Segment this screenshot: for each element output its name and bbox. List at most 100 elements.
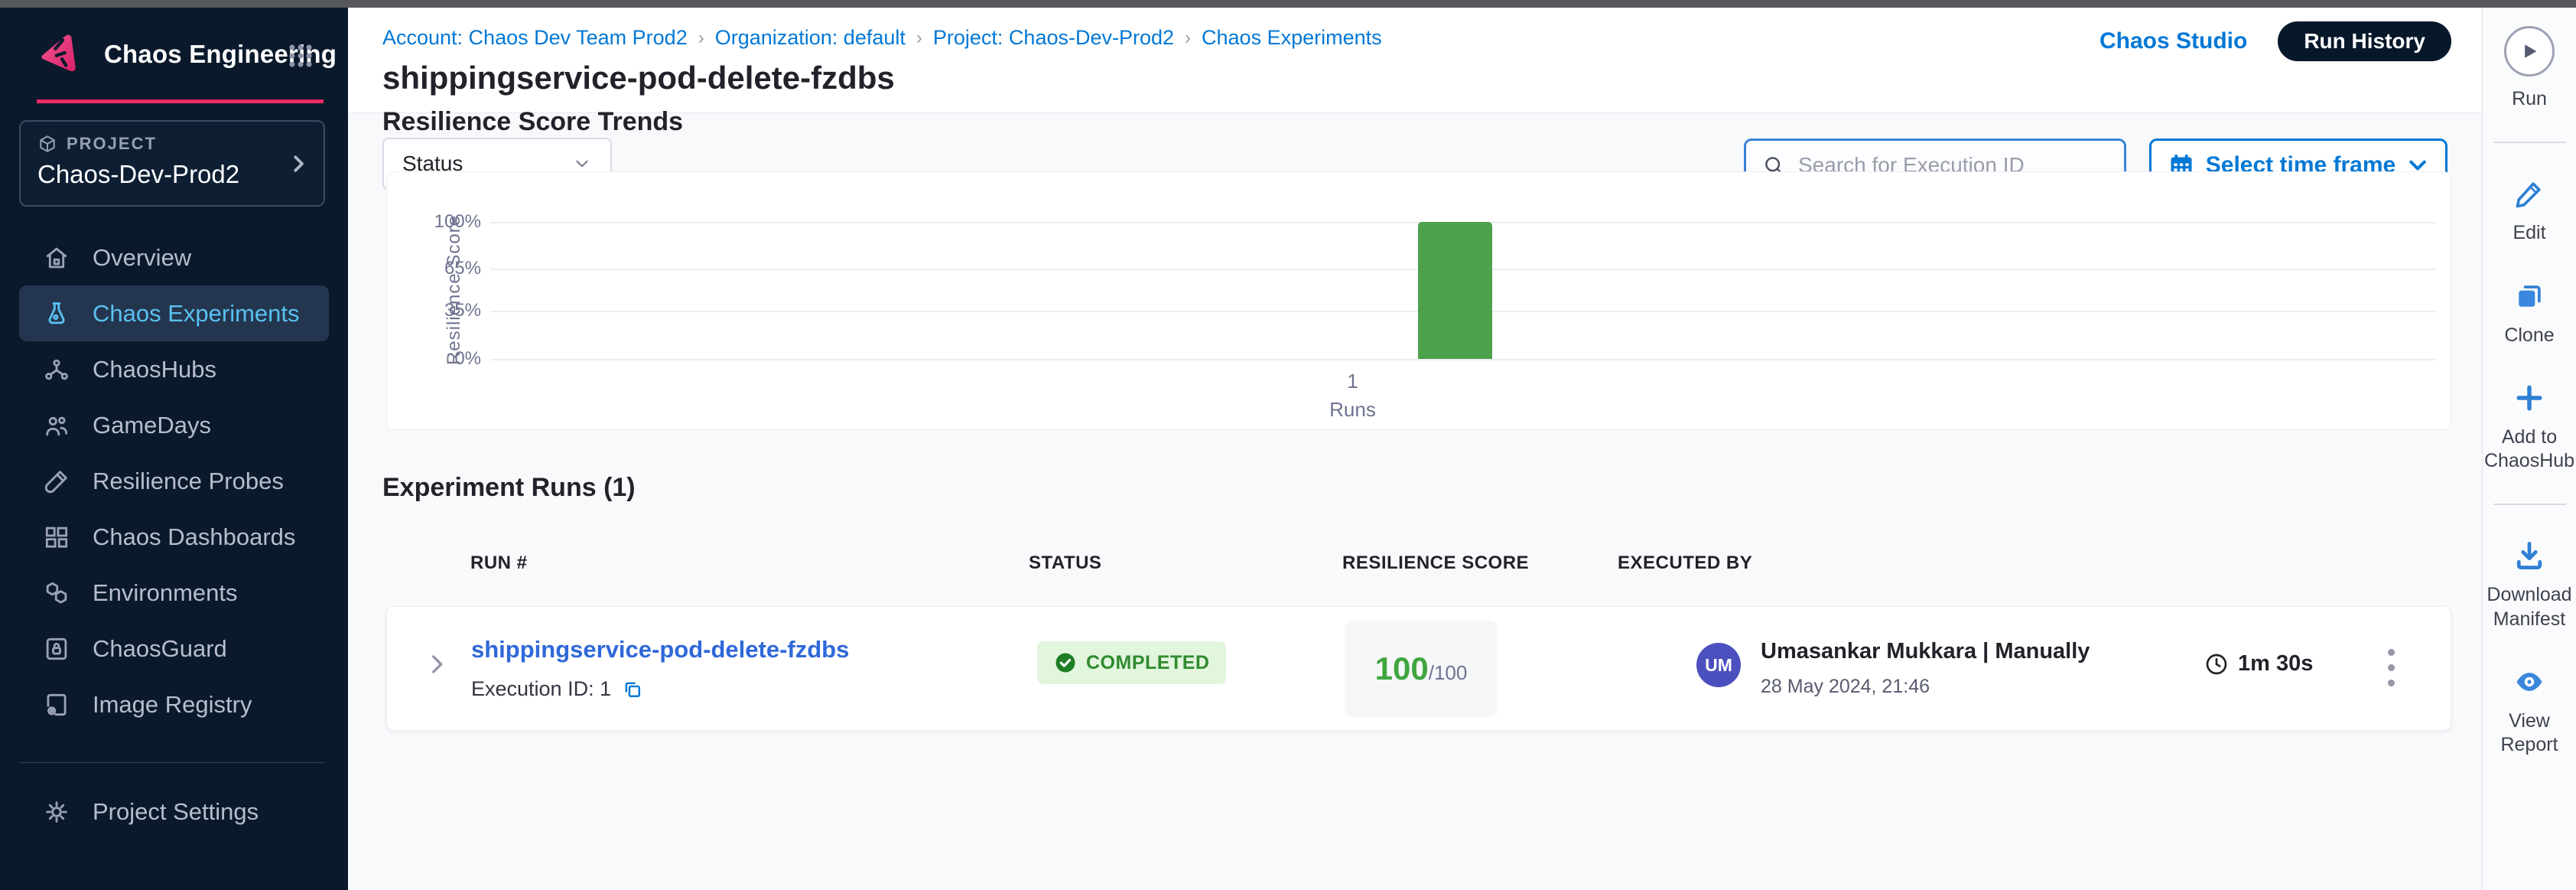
lock-icon: [42, 634, 71, 663]
y-tick-100: 100%: [412, 211, 481, 233]
sidebar-item-environments[interactable]: Environments: [0, 565, 348, 621]
edit-button-label: Edit: [2513, 221, 2545, 245]
sidebar-item-project-settings[interactable]: Project Settings: [0, 784, 348, 839]
project-selector[interactable]: PROJECT Chaos-Dev-Prod2: [19, 120, 325, 207]
y-tick-0: 0%: [412, 348, 481, 370]
chart-title: Resilience Score Trends: [382, 107, 683, 137]
resilience-score-chart: Resilience Score 100% 65% 35% 0% 1 Runs: [386, 171, 2451, 430]
sidebar-item-resilience-probes[interactable]: Resilience Probes: [0, 453, 348, 509]
run-duration-label: 1m 30s: [2238, 651, 2313, 676]
probe-icon: [42, 467, 71, 496]
sidebar-item-image-registry[interactable]: Image Registry: [0, 676, 348, 732]
breadcrumb-account[interactable]: Account: Chaos Dev Team Prod2: [382, 26, 688, 50]
avatar: UM: [1696, 643, 1741, 687]
plus-icon: [2513, 381, 2546, 415]
hexagons-icon: [42, 579, 71, 608]
sidebar-item-chaoshubs[interactable]: ChaosHubs: [0, 341, 348, 397]
column-executed-by: EXECUTED BY: [1618, 553, 1752, 574]
page-title: shippingservice-pod-delete-fzdbs: [382, 60, 895, 96]
page-header: Account: Chaos Dev Team Prod2 › Organiza…: [348, 8, 2482, 113]
home-icon: [42, 243, 71, 272]
breadcrumb-separator: ›: [916, 28, 922, 49]
main-content: Account: Chaos Dev Team Prod2 › Organiza…: [348, 8, 2482, 890]
run-name-link[interactable]: shippingservice-pod-delete-fzdbs: [471, 636, 849, 663]
breadcrumb: Account: Chaos Dev Team Prod2 › Organiza…: [382, 26, 1382, 50]
project-label: PROJECT: [67, 134, 157, 154]
resilience-score-box: 100 /100: [1345, 621, 1498, 717]
column-run: RUN #: [470, 553, 528, 574]
clone-button-label: Clone: [2504, 324, 2554, 347]
sidebar-divider: [19, 762, 325, 763]
play-icon: [2519, 41, 2540, 62]
breadcrumb-separator: ›: [1185, 28, 1191, 49]
run-duration: 1m 30s: [2204, 651, 2313, 676]
score-total: /100: [1429, 661, 1468, 685]
execution-id: Execution ID: 1: [471, 677, 611, 701]
column-resilience-score: RESILIENCE SCORE: [1342, 553, 1529, 574]
sidebar-item-overview[interactable]: Overview: [0, 230, 348, 285]
rail-divider: [2493, 142, 2566, 143]
copy-icon[interactable]: [622, 679, 643, 700]
check-circle-icon: [1054, 651, 1077, 674]
y-tick-35: 35%: [412, 300, 481, 321]
sidebar-item-chaosguard[interactable]: ChaosGuard: [0, 621, 348, 676]
row-menu-kebab-icon[interactable]: [2376, 642, 2406, 693]
registry-icon: [42, 690, 71, 719]
download-icon: [2513, 539, 2546, 572]
chevron-right-icon: [287, 152, 310, 175]
run-history-button[interactable]: Run History: [2278, 21, 2451, 61]
add-to-chaoshub-label: Add to ChaosHub: [2484, 425, 2574, 474]
breadcrumb-project[interactable]: Project: Chaos-Dev-Prod2: [933, 26, 1174, 50]
window-top-strip: [0, 0, 2576, 8]
breadcrumb-chaos-experiments[interactable]: Chaos Experiments: [1202, 26, 1382, 50]
add-to-chaoshub-button[interactable]: Add to ChaosHub: [2484, 381, 2574, 474]
flask-icon: [42, 299, 71, 328]
download-manifest-label: Download Manifest: [2484, 583, 2574, 631]
sidebar-item-gamedays[interactable]: GameDays: [0, 397, 348, 453]
project-name: Chaos-Dev-Prod2: [37, 160, 307, 189]
gear-icon: [42, 797, 71, 826]
expand-row-chevron-icon[interactable]: [424, 651, 450, 677]
clock-icon: [2204, 652, 2229, 676]
chaos-studio-link[interactable]: Chaos Studio: [2100, 28, 2247, 54]
gridline: [490, 359, 2437, 360]
eye-icon: [2513, 665, 2546, 699]
cube-icon: [37, 134, 57, 154]
status-badge: COMPLETED: [1037, 641, 1226, 684]
run-button[interactable]: [2504, 26, 2555, 77]
breadcrumb-organization[interactable]: Organization: default: [715, 26, 906, 50]
executed-at: 28 May 2024, 21:46: [1761, 676, 1930, 698]
chart-bar[interactable]: [1418, 222, 1492, 359]
x-tick-1: 1: [1286, 370, 1420, 393]
column-status: STATUS: [1029, 553, 1101, 574]
table-row: shippingservice-pod-delete-fzdbs Executi…: [386, 606, 2451, 731]
sidebar-nav: Overview Chaos Experiments ChaosHubs Gam…: [0, 230, 348, 732]
chart-x-axis-label: Runs: [1286, 398, 1420, 422]
runs-section-title: Experiment Runs (1): [382, 473, 636, 503]
chaos-logo-icon: [37, 31, 84, 78]
clone-button[interactable]: Clone: [2484, 279, 2574, 347]
hub-network-icon: [42, 355, 71, 384]
people-icon: [42, 411, 71, 440]
sidebar-item-chaos-experiments[interactable]: Chaos Experiments: [19, 285, 329, 341]
view-report-label: View Report: [2484, 709, 2574, 758]
status-badge-label: COMPLETED: [1086, 652, 1209, 674]
clone-icon: [2513, 279, 2546, 313]
pencil-icon: [2513, 177, 2546, 210]
sidebar-item-chaos-dashboards[interactable]: Chaos Dashboards: [0, 509, 348, 565]
run-button-label: Run: [2512, 87, 2547, 111]
chart-y-axis-label: Resilience Score: [444, 175, 465, 405]
brand-underline: [37, 99, 324, 103]
action-rail: Run Edit Clone Add to ChaosHub Download …: [2482, 8, 2576, 890]
executed-by-name: Umasankar Mukkara | Manually: [1761, 639, 2090, 664]
chart-plot-area: [490, 222, 2437, 359]
edit-button[interactable]: Edit: [2484, 177, 2574, 245]
rail-divider: [2493, 504, 2566, 505]
download-manifest-button[interactable]: Download Manifest: [2484, 539, 2574, 631]
dashboard-icon: [42, 523, 71, 552]
y-tick-65: 65%: [412, 258, 481, 279]
view-report-button[interactable]: View Report: [2484, 665, 2574, 758]
app-grid-icon[interactable]: [286, 41, 315, 70]
score-value: 100: [1375, 650, 1429, 687]
breadcrumb-separator: ›: [698, 28, 704, 49]
